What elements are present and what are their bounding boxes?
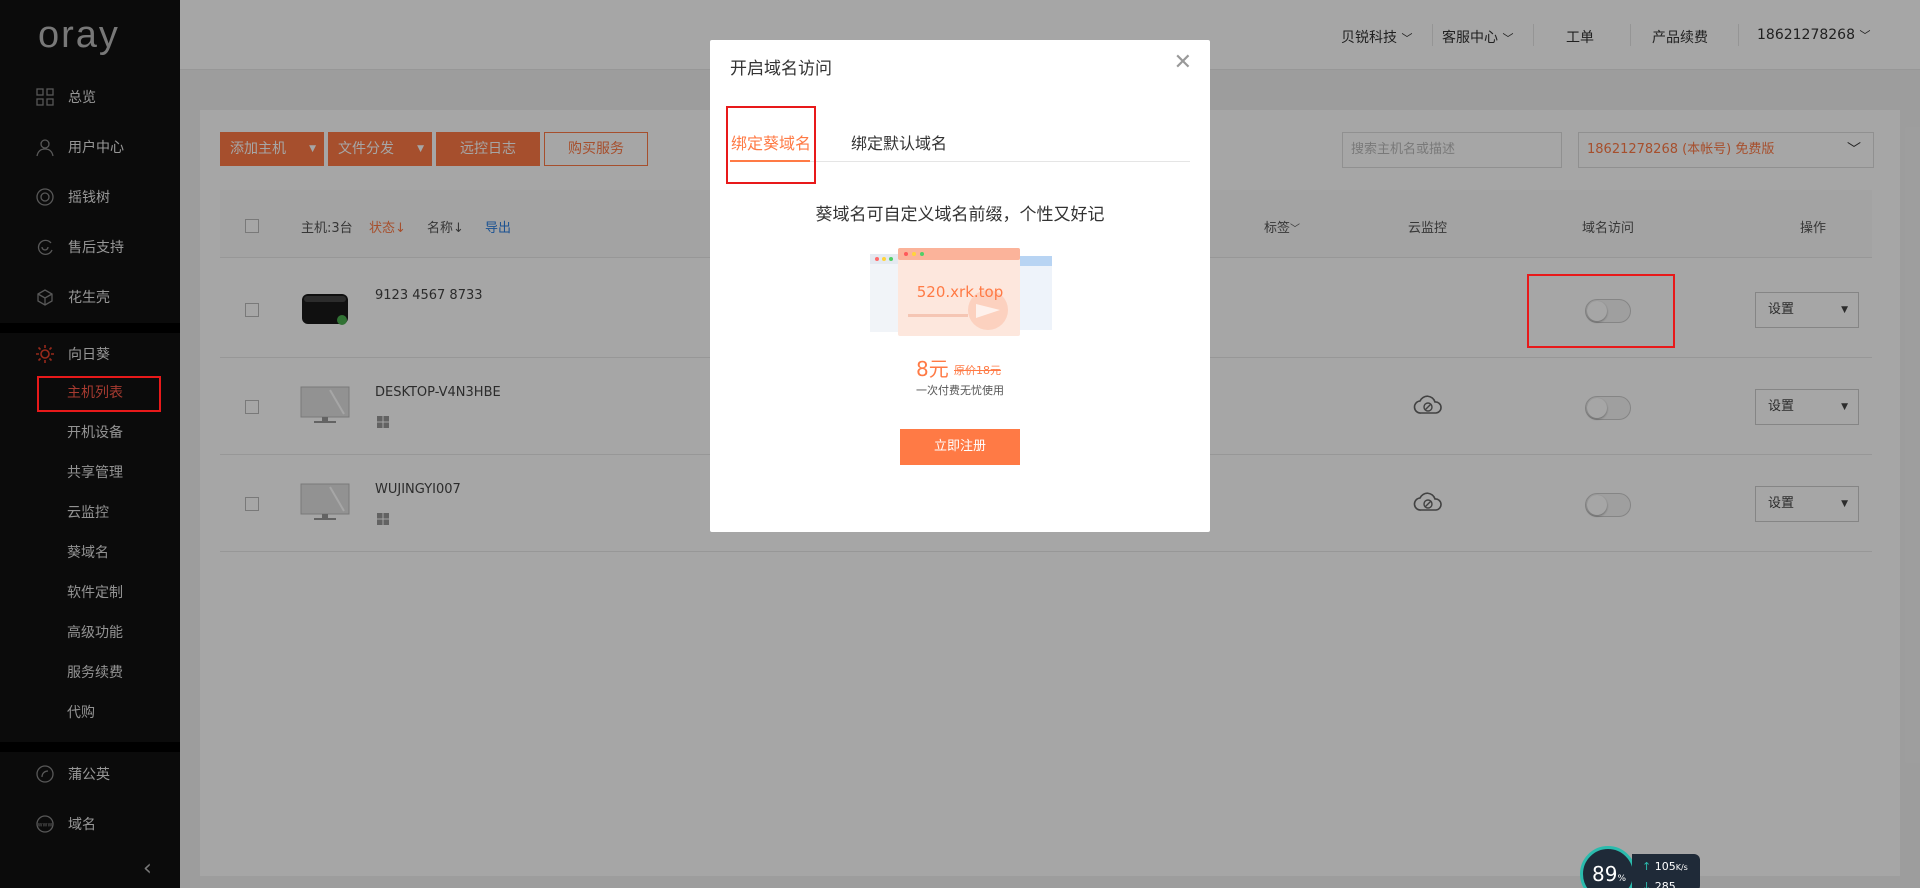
highlight-host-list bbox=[37, 376, 161, 412]
upload-speed: ↑ 105K/s bbox=[1642, 860, 1688, 873]
price: 8元 bbox=[916, 357, 949, 381]
usage-percent: 89% bbox=[1592, 862, 1627, 886]
download-speed: ↓ 285 bbox=[1642, 880, 1676, 888]
dialog-title: 开启域名访问 bbox=[730, 59, 832, 79]
close-icon[interactable]: ✕ bbox=[1174, 50, 1192, 75]
register-button[interactable]: 立即注册 bbox=[900, 429, 1020, 465]
price-description: 一次付费无忧使用 bbox=[916, 384, 1004, 397]
arrow-down-icon: ↓ bbox=[1642, 880, 1652, 888]
network-speed-widget[interactable]: 89% ↑ 105K/s ↓ 285 bbox=[1580, 846, 1700, 888]
arrow-up-icon: ↑ bbox=[1642, 860, 1652, 873]
original-price: 原价18元 bbox=[954, 364, 1001, 377]
domain-access-dialog: 开启域名访问 ✕ 绑定葵域名 绑定默认域名 葵域名可自定义域名前缀，个性又好记 … bbox=[710, 40, 1210, 532]
highlight-domain-toggle bbox=[1527, 274, 1675, 348]
highlight-tab bbox=[726, 106, 816, 184]
tab-bind-default-domain[interactable]: 绑定默认域名 bbox=[851, 130, 947, 154]
dialog-slogan: 葵域名可自定义域名前缀，个性又好记 bbox=[815, 205, 1105, 225]
sample-domain: 520.xrk.top bbox=[916, 283, 1004, 301]
